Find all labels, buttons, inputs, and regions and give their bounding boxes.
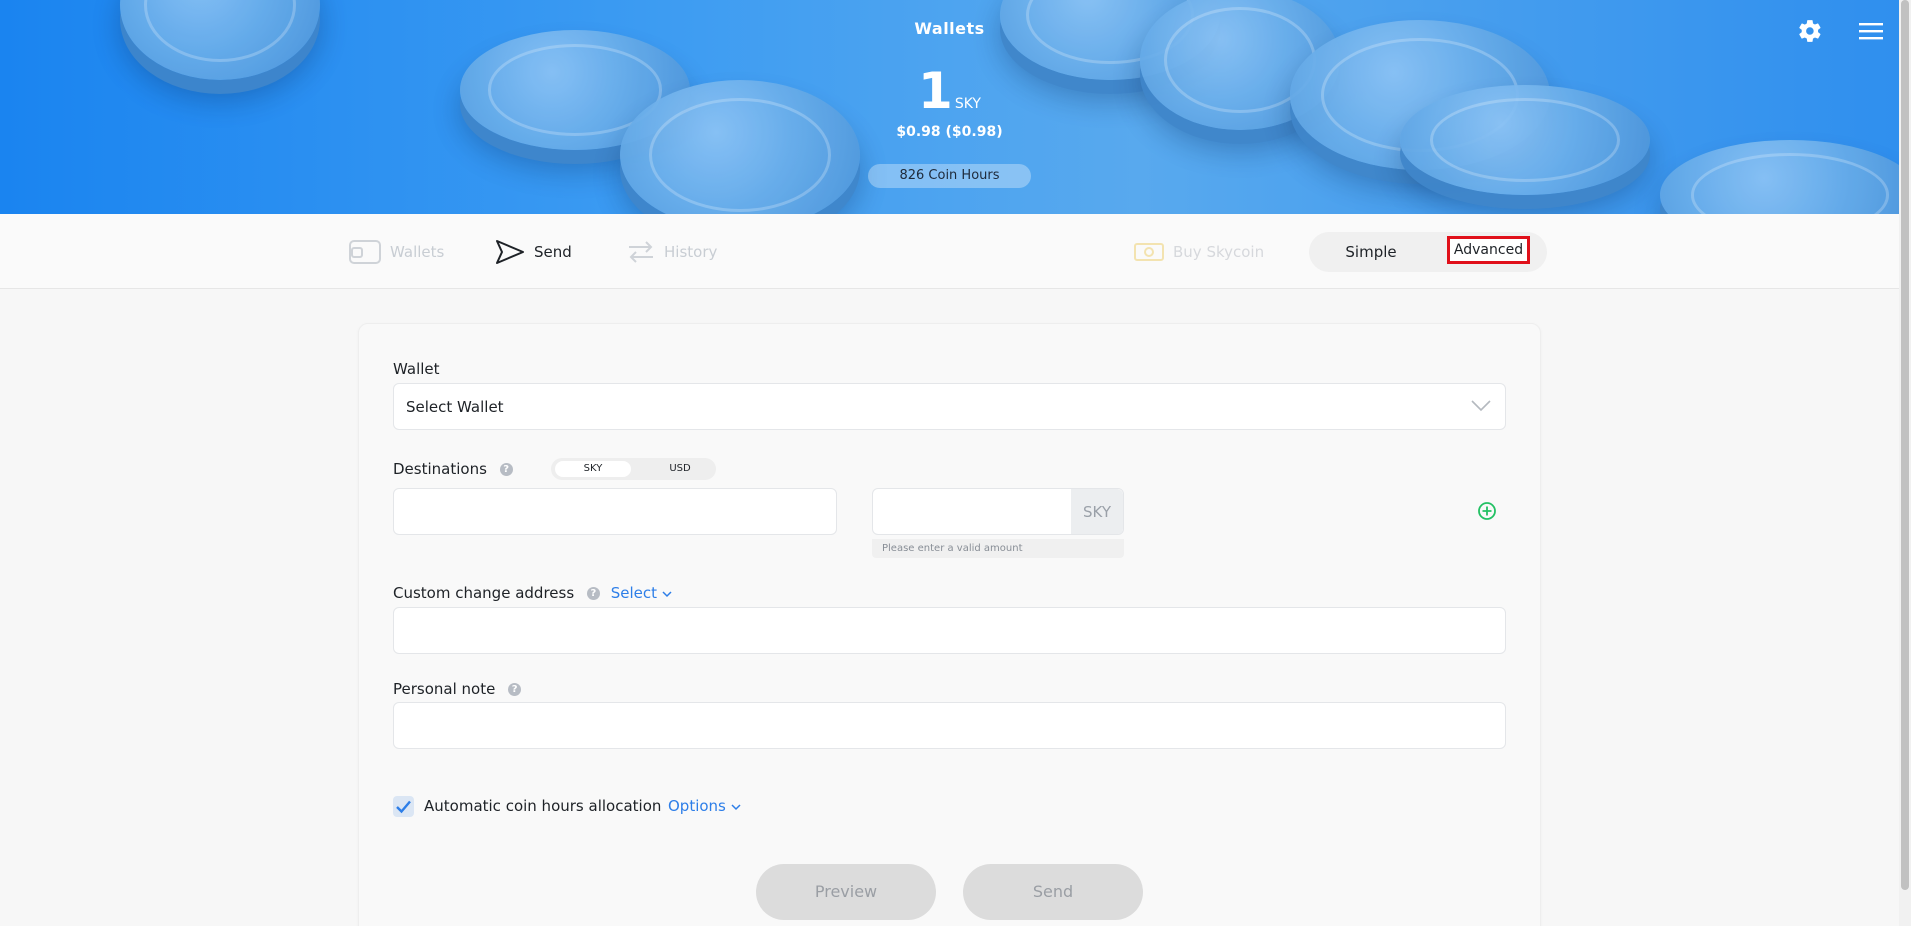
change-address-select-link[interactable]: Select xyxy=(611,584,672,602)
auto-hours-checkbox[interactable] xyxy=(393,796,414,817)
wallet-icon xyxy=(349,240,381,264)
hamburger-menu-icon[interactable] xyxy=(1859,20,1883,42)
options-link[interactable]: Options xyxy=(668,797,741,815)
preview-button[interactable]: Preview xyxy=(756,864,936,920)
personal-note-input[interactable] xyxy=(393,702,1506,749)
buy-skycoin-link[interactable]: Buy Skycoin xyxy=(1134,238,1264,266)
destination-address-input[interactable] xyxy=(393,488,837,535)
change-address-input[interactable] xyxy=(393,607,1506,654)
personal-note-help-icon[interactable]: ? xyxy=(508,683,522,696)
navigation-bar: Wallets Send History Buy Skycoin Simple … xyxy=(0,214,1899,289)
amount-unit-toggle: SKY USD xyxy=(551,458,716,480)
scrollbar-thumb[interactable] xyxy=(1901,0,1909,890)
tab-wallets[interactable]: Wallets xyxy=(349,238,444,266)
change-address-help-icon[interactable]: ? xyxy=(586,587,600,600)
checkmark-icon xyxy=(396,800,411,814)
form-mode-toggle: Simple Advanced xyxy=(1309,232,1547,272)
mode-advanced-button[interactable]: Advanced xyxy=(1447,236,1530,264)
chevron-down-icon xyxy=(1471,400,1491,412)
change-address-label: Custom change address xyxy=(393,584,575,602)
balance-display: 1 SKY xyxy=(0,64,1899,118)
transfer-arrows-icon xyxy=(629,241,653,263)
balance-amount: 1 xyxy=(918,62,953,120)
wallet-select-value: Select Wallet xyxy=(406,398,504,416)
send-button[interactable]: Send xyxy=(963,864,1143,920)
unit-usd-option[interactable]: USD xyxy=(655,461,705,477)
destinations-header: Destinations ? SKY USD xyxy=(393,458,793,480)
coin-decoration xyxy=(1660,140,1899,214)
gear-icon[interactable] xyxy=(1797,18,1823,44)
amount-error-hint: Please enter a valid amount xyxy=(872,539,1124,558)
tab-wallets-label: Wallets xyxy=(390,243,445,261)
destinations-help-icon[interactable]: ? xyxy=(499,463,513,476)
tab-history[interactable]: History xyxy=(627,238,717,266)
destinations-label: Destinations xyxy=(393,460,487,478)
personal-note-label: Personal note xyxy=(393,680,496,698)
balance-unit: SKY xyxy=(954,96,981,112)
mode-simple-button[interactable]: Simple xyxy=(1309,232,1433,272)
chevron-down-icon xyxy=(731,804,741,811)
wallet-header: Wallets 1 SKY $0.98 ($0.98) 826 Coin Hour… xyxy=(0,0,1899,214)
change-address-select-label: Select xyxy=(610,584,657,602)
send-icon xyxy=(496,240,524,264)
personal-note-header: Personal note ? xyxy=(393,680,693,698)
change-address-header: Custom change address ? Select xyxy=(393,584,793,602)
auto-hours-label: Automatic coin hours allocation xyxy=(424,797,662,815)
destination-amount-input[interactable]: SKY xyxy=(872,488,1124,535)
cash-icon xyxy=(1134,243,1164,261)
header-title: Wallets xyxy=(914,19,985,38)
chevron-down-icon xyxy=(662,591,672,598)
usd-balance: $0.98 ($0.98) xyxy=(896,124,1003,140)
tab-send-label: Send xyxy=(534,243,572,261)
tab-history-label: History xyxy=(664,243,718,261)
add-destination-icon[interactable] xyxy=(1477,501,1497,521)
wallet-select[interactable]: Select Wallet xyxy=(393,383,1506,430)
unit-sky-option[interactable]: SKY xyxy=(555,461,631,477)
buy-skycoin-label: Buy Skycoin xyxy=(1173,243,1265,261)
tab-send[interactable]: Send xyxy=(495,238,572,266)
wallet-label: Wallet xyxy=(393,360,440,378)
coin-hours-badge: 826 Coin Hours xyxy=(868,164,1031,188)
page-scrollbar[interactable] xyxy=(1899,0,1911,926)
amount-unit-suffix: SKY xyxy=(1071,489,1123,534)
options-label: Options xyxy=(668,797,726,815)
